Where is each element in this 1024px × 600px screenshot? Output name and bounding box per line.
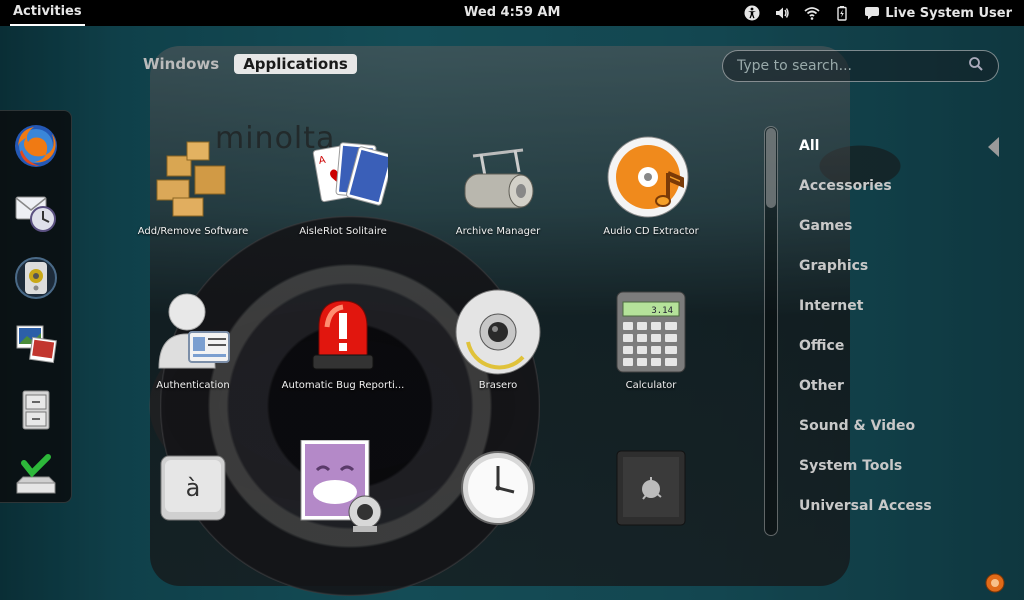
- app-aisleriot-solitaire[interactable]: A ♥ AisleRiot Solitaire: [268, 130, 418, 237]
- app-archive-manager[interactable]: Archive Manager: [423, 130, 573, 237]
- wifi-icon[interactable]: [804, 5, 820, 21]
- status-tray: Live System User: [744, 0, 1012, 26]
- activities-button[interactable]: Activities: [10, 0, 85, 26]
- app-clocks[interactable]: [423, 440, 573, 536]
- app-label: Calculator: [625, 380, 677, 391]
- dash: [0, 110, 72, 503]
- evolution-mail-icon[interactable]: [11, 187, 61, 237]
- category-graphics[interactable]: Graphics: [799, 256, 932, 296]
- app-label: Archive Manager: [455, 226, 541, 237]
- rhythmbox-icon[interactable]: [11, 253, 61, 303]
- category-other[interactable]: Other: [799, 376, 932, 416]
- category-universal-access[interactable]: Universal Access: [799, 496, 932, 536]
- app-label: Brasero: [478, 380, 518, 391]
- app-authentication[interactable]: Authentication: [118, 284, 268, 391]
- install-icon[interactable]: [11, 451, 61, 501]
- volume-icon[interactable]: [774, 5, 790, 21]
- app-audio-cd-extractor[interactable]: Audio CD Extractor: [576, 130, 726, 237]
- safe-icon: [603, 440, 699, 536]
- calculator-icon: 3.14: [603, 284, 699, 380]
- app-deja-dup[interactable]: [576, 440, 726, 536]
- app-brasero[interactable]: Brasero: [423, 284, 573, 391]
- selected-category-arrow-icon: [988, 137, 999, 157]
- tab-windows[interactable]: Windows: [134, 54, 228, 74]
- category-office[interactable]: Office: [799, 336, 932, 376]
- tab-applications[interactable]: Applications: [234, 54, 357, 74]
- app-label: Add/Remove Software: [137, 226, 249, 237]
- category-accessories[interactable]: Accessories: [799, 176, 932, 216]
- scrollbar-thumb[interactable]: [766, 128, 776, 208]
- authentication-icon: [145, 284, 241, 380]
- category-all[interactable]: All: [799, 136, 932, 176]
- accessibility-icon[interactable]: [744, 5, 760, 21]
- battery-icon[interactable]: [834, 5, 850, 21]
- category-sound-video[interactable]: Sound & Video: [799, 416, 932, 456]
- character-map-icon: à: [145, 440, 241, 536]
- search-box[interactable]: [722, 50, 999, 82]
- category-games[interactable]: Games: [799, 216, 932, 256]
- user-menu[interactable]: Live System User: [864, 5, 1012, 21]
- app-character-map[interactable]: à: [118, 440, 268, 536]
- clock[interactable]: Wed 4:59 AM: [464, 5, 560, 20]
- search-input[interactable]: [737, 58, 968, 74]
- view-selector: Windows Applications: [134, 54, 357, 74]
- chat-icon: [864, 5, 880, 21]
- character-glyph: à: [186, 474, 201, 502]
- app-label: Audio CD Extractor: [603, 226, 699, 237]
- cards-icon: A ♥: [295, 130, 391, 226]
- user-name: Live System User: [885, 5, 1012, 21]
- package-icon: [145, 130, 241, 226]
- app-label: Automatic Bug Reporti...: [281, 380, 405, 391]
- app-add-remove-software[interactable]: Add/Remove Software: [118, 130, 268, 237]
- category-internet[interactable]: Internet: [799, 296, 932, 336]
- shotwell-icon[interactable]: [11, 319, 61, 369]
- file-manager-icon[interactable]: [11, 385, 61, 435]
- alarm-icon: [295, 284, 391, 380]
- calculator-display: 3.14: [651, 306, 673, 316]
- message-tray-icon[interactable]: [985, 573, 1005, 593]
- category-system-tools[interactable]: System Tools: [799, 456, 932, 496]
- firefox-icon[interactable]: [11, 121, 61, 171]
- app-automatic-bug-reporting[interactable]: Automatic Bug Reporti...: [268, 284, 418, 391]
- app-grid-scrollbar[interactable]: [764, 126, 778, 536]
- search-icon: [968, 56, 984, 76]
- cheese-icon: [295, 440, 391, 536]
- audio-cd-icon: [603, 130, 699, 226]
- archive-icon: [450, 130, 546, 226]
- disc-burner-icon: [450, 284, 546, 380]
- app-cheese[interactable]: [268, 440, 418, 536]
- app-label: AisleRiot Solitaire: [299, 226, 387, 237]
- clock-icon: [450, 440, 546, 536]
- category-list: All Accessories Games Graphics Internet …: [799, 136, 932, 536]
- top-panel: Activities Wed 4:59 AM Live System User: [0, 0, 1024, 26]
- app-label: Authentication: [156, 380, 230, 391]
- app-calculator[interactable]: 3.14 Calculator: [576, 284, 726, 391]
